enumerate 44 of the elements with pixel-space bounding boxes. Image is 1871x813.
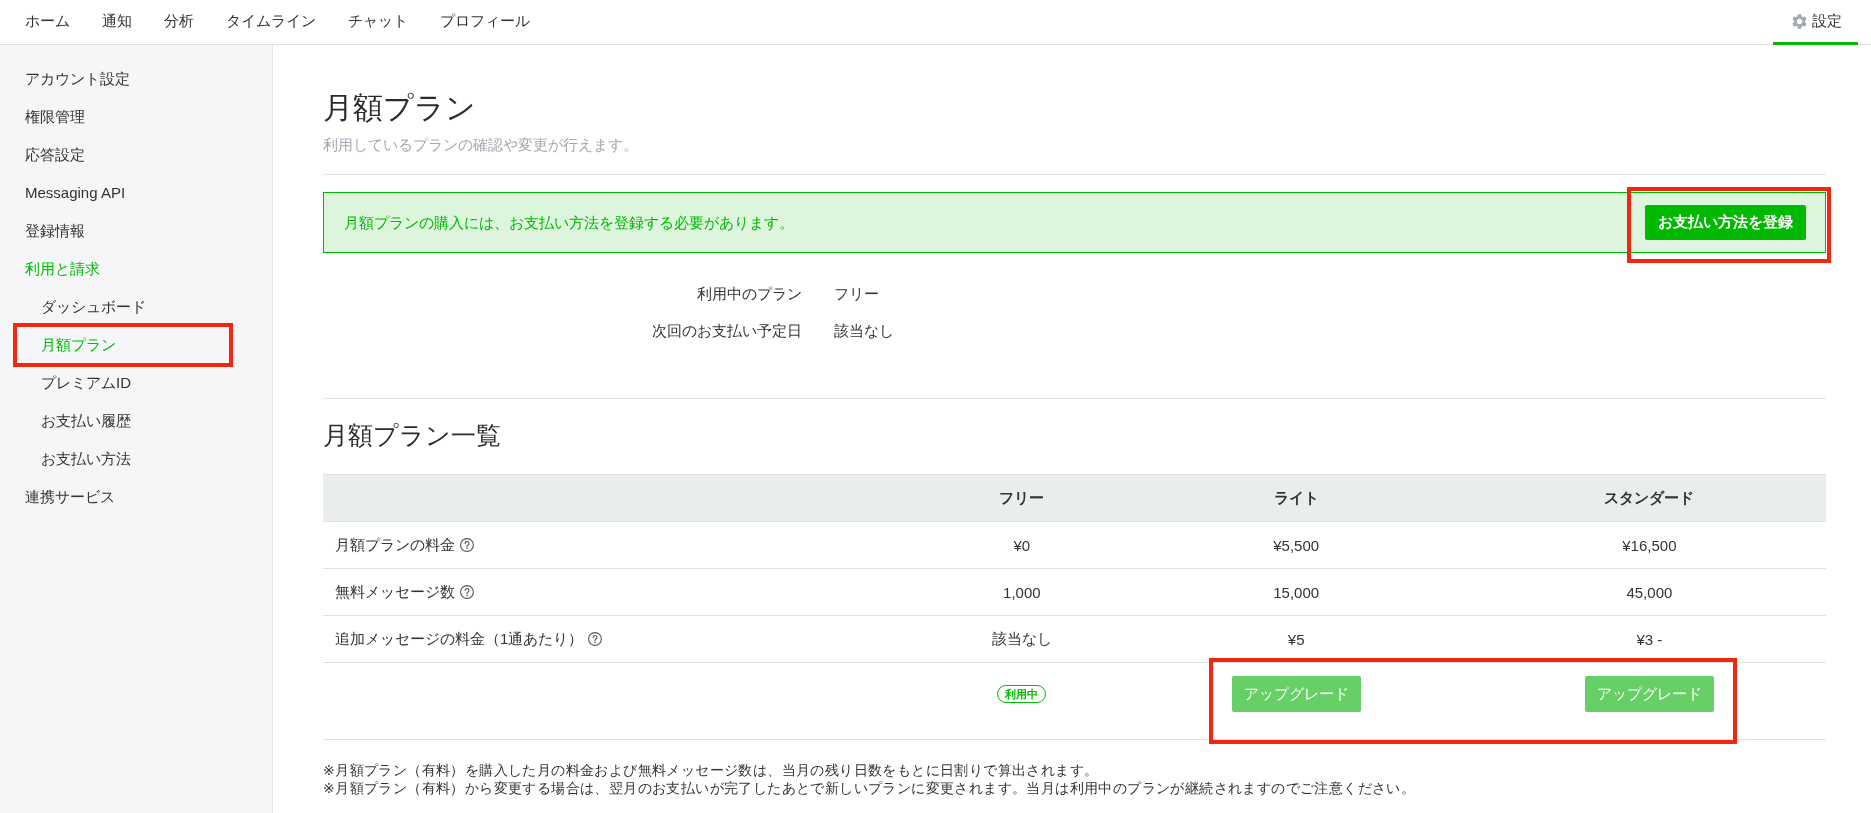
page-title: 月額プラン <box>323 90 477 126</box>
nav-tab[interactable]: タイムライン <box>210 0 332 45</box>
sidebar-item[interactable]: お支払い方法 <box>0 440 272 478</box>
info-label: 利用中のプラン <box>696 284 802 304</box>
sidebar-item[interactable]: 応答設定 <box>0 136 272 174</box>
nav-tab[interactable]: 分析 <box>148 0 210 45</box>
sidebar-item[interactable]: 連携サービス <box>0 478 272 516</box>
sidebar-item[interactable]: プレミアムID <box>0 364 272 402</box>
row-label: 追加メッセージの料金（1通あたり） <box>335 629 584 647</box>
page-subtitle: 利用しているプランの確認や変更が行えます。 <box>323 135 639 155</box>
settings-icon <box>1792 13 1807 29</box>
sidebar-item[interactable]: アカウント設定 <box>0 60 272 98</box>
footnote: ※月額プラン（有料）を購入した月の料金および無料メッセージ数は、当月の残り日数をもとに日割りで算出されます。 <box>323 761 1100 779</box>
table-cell: ¥3 - <box>1472 615 1826 663</box>
info-label: 次回のお支払い予定日 <box>651 321 802 341</box>
status-badge: 利用中 <box>997 685 1047 703</box>
column-header: スタンダード <box>1472 474 1826 522</box>
nav-tab[interactable]: 通知 <box>86 0 148 45</box>
nav-tab[interactable]: チャット <box>332 0 424 45</box>
footnote: ※月額プラン（有料）から変更する場合は、翌月のお支払いが完了したあとで新しいプランに変更されます。当月は利用中のプランが継続されますのでご注意ください。 <box>323 779 1417 797</box>
nav-tab[interactable]: プロフィール <box>424 0 546 45</box>
info-value: フリー <box>834 284 880 304</box>
sidebar-item[interactable]: Messaging API <box>0 174 272 212</box>
table-cell: ¥16,500 <box>1472 521 1826 569</box>
table-cell: ¥0 <box>924 521 1120 569</box>
notice-message: 月額プランの購入には、お支払い方法を登録する必要があります。 <box>344 212 794 233</box>
nav-tab[interactable]: ホーム <box>9 0 86 45</box>
row-label: 月額プランの料金 <box>335 535 455 553</box>
sidebar-item[interactable]: お支払い履歴 <box>0 402 272 440</box>
settings-tab[interactable]: 設定 <box>1773 0 1858 45</box>
table-cell: 1,000 <box>924 568 1120 616</box>
table-cell: ¥5 <box>1119 615 1473 663</box>
column-header: フリー <box>924 474 1120 522</box>
column-header: ライト <box>1119 474 1473 522</box>
info-value: 該当なし <box>834 321 895 341</box>
row-label: 無料メッセージ数 <box>335 582 455 600</box>
table-cell: 45,000 <box>1472 568 1826 616</box>
sidebar-item[interactable]: 登録情報 <box>0 212 272 250</box>
sidebar-item[interactable]: ダッシュボード <box>0 288 272 326</box>
table-cell: 該当なし <box>924 615 1120 663</box>
table-cell: ¥5,500 <box>1119 521 1473 569</box>
section-title: 月額プラン一覧 <box>323 420 502 451</box>
sidebar-item[interactable]: 権限管理 <box>0 98 272 136</box>
table-cell: 15,000 <box>1119 568 1473 616</box>
